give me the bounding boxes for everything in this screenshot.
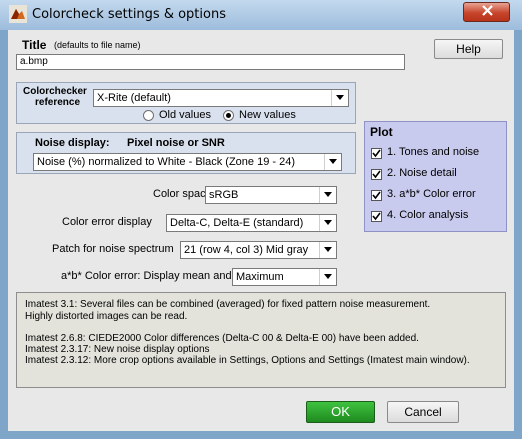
chevron-down-icon[interactable]	[319, 187, 336, 203]
release-note: Imatest 2.3.12: More crop options availa…	[25, 355, 470, 366]
chevron-down-icon[interactable]	[319, 215, 336, 231]
colorchecker-label-1: Colorchecker	[23, 86, 87, 97]
plot-checkbox-2[interactable]	[371, 169, 382, 180]
cancel-button[interactable]: Cancel	[387, 401, 459, 423]
plot-panel: Plot 1. Tones and noise 2. Noise detail …	[364, 121, 507, 232]
window-title: Colorcheck settings & options	[32, 7, 226, 22]
close-button[interactable]	[463, 2, 510, 22]
noise-label-2: Pixel noise or SNR	[127, 137, 225, 149]
color-error-label: Color error display	[62, 216, 152, 228]
chevron-down-icon[interactable]	[331, 90, 348, 106]
noise-select[interactable]: Noise (%) normalized to White - Black (Z…	[33, 153, 342, 171]
color-space-value: sRGB	[209, 189, 239, 201]
close-icon	[482, 5, 493, 19]
color-space-select[interactable]: sRGB	[205, 186, 337, 204]
radio-new-values[interactable]	[223, 110, 234, 121]
color-space-label: Color space	[153, 188, 212, 200]
release-notes-box: Imatest 3.1: Several files can be combin…	[16, 292, 506, 388]
plot-item-label: 4. Color analysis	[387, 209, 469, 221]
radio-new-label: New values	[239, 109, 296, 121]
release-note: Imatest 2.6.8: CIEDE2000 Color differenc…	[25, 333, 419, 344]
release-note: Imatest 3.1: Several files can be combin…	[25, 299, 431, 310]
noise-value: Noise (%) normalized to White - Black (Z…	[37, 156, 295, 168]
color-error-select[interactable]: Delta-C, Delta-E (standard)	[166, 214, 337, 232]
noise-panel: Noise display: Pixel noise or SNR Noise …	[16, 132, 356, 174]
color-error-value: Delta-C, Delta-E (standard)	[170, 217, 304, 229]
ab-error-select[interactable]: Maximum	[232, 268, 337, 286]
plot-item-label: 3. a*b* Color error	[387, 188, 476, 200]
release-note: Highly distorted images can be read.	[25, 311, 188, 322]
title-hint: (defaults to file name)	[54, 40, 141, 50]
dialog-body: Title (defaults to file name) a.bmp Help…	[8, 30, 514, 431]
noise-label: Noise display:	[35, 137, 110, 149]
matlab-icon	[9, 5, 27, 23]
colorchecker-select[interactable]: X-Rite (default)	[93, 89, 349, 107]
title-bar[interactable]: Colorcheck settings & options	[0, 0, 522, 30]
help-button[interactable]: Help	[434, 39, 503, 59]
release-note: Imatest 2.3.17: New noise display option…	[25, 344, 210, 355]
title-label: Title	[22, 38, 47, 52]
plot-item-label: 1. Tones and noise	[387, 146, 480, 158]
chevron-down-icon[interactable]	[324, 154, 341, 170]
plot-title: Plot	[370, 125, 393, 139]
patch-value: 21 (row 4, col 3) Mid gray	[184, 244, 309, 256]
colorchecker-value: X-Rite (default)	[97, 92, 171, 104]
colorchecker-label-2: reference	[35, 97, 81, 108]
patch-label: Patch for noise spectrum	[52, 243, 174, 255]
plot-checkbox-3[interactable]	[371, 190, 382, 201]
dialog-window: Colorcheck settings & options Title (def…	[0, 0, 522, 439]
title-input[interactable]: a.bmp	[16, 54, 405, 70]
plot-item-label: 2. Noise detail	[387, 167, 457, 179]
chevron-down-icon[interactable]	[319, 242, 336, 258]
ok-button[interactable]: OK	[306, 401, 375, 423]
ab-error-label: a*b* Color error: Display mean and	[61, 270, 232, 282]
radio-old-values[interactable]	[143, 110, 154, 121]
patch-select[interactable]: 21 (row 4, col 3) Mid gray	[180, 241, 337, 259]
radio-old-label: Old values	[159, 109, 211, 121]
ab-error-value: Maximum	[236, 271, 284, 283]
colorchecker-panel: Colorchecker reference X-Rite (default) …	[16, 82, 356, 124]
plot-checkbox-4[interactable]	[371, 211, 382, 222]
chevron-down-icon[interactable]	[319, 269, 336, 285]
plot-checkbox-1[interactable]	[371, 148, 382, 159]
